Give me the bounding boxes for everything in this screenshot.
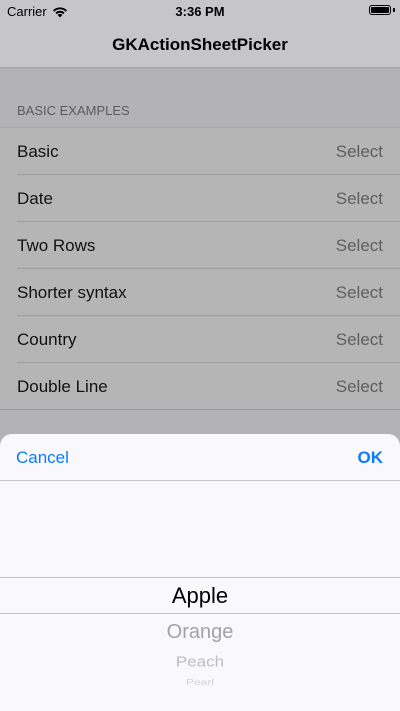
row-label: Two Rows (17, 236, 96, 255)
picker-item[interactable]: Orange (0, 621, 400, 644)
row-country[interactable]: Country Select (0, 316, 400, 363)
row-label: Basic (17, 142, 59, 161)
status-time: 3:36 PM (175, 4, 225, 19)
status-bar: Carrier 3:36 PM (0, 0, 400, 22)
row-separator (0, 409, 400, 410)
row-label: Date (17, 189, 53, 208)
row-detail: Select (335, 142, 383, 161)
picker-item[interactable]: Pearl (0, 677, 400, 687)
row-double-line[interactable]: Double Line Select (0, 363, 400, 410)
row-label: Shorter syntax (17, 283, 127, 302)
row-basic[interactable]: Basic Select (0, 128, 400, 175)
row-shorter-syntax[interactable]: Shorter syntax Select (0, 269, 400, 316)
picker-item-selected[interactable]: Apple (0, 583, 400, 609)
battery-icon (369, 5, 391, 15)
row-date[interactable]: Date Select (0, 175, 400, 222)
row-two-rows[interactable]: Two Rows Select (0, 222, 400, 269)
row-detail: Select (335, 330, 383, 349)
ok-button[interactable]: OK (358, 448, 384, 468)
row-detail: Select (335, 236, 383, 255)
cancel-button[interactable]: Cancel (16, 448, 69, 468)
section-header: BASIC EXAMPLES (17, 103, 130, 118)
examples-table: Basic Select Date Select Two Rows Select… (0, 127, 400, 410)
row-label: Double Line (17, 377, 108, 396)
navigation-bar: GKActionSheetPicker (0, 22, 400, 68)
row-detail: Select (335, 377, 383, 396)
picker-toolbar: Cancel OK (0, 434, 400, 481)
action-sheet-picker: Cancel OK Apple Orange Peach Pearl (0, 434, 400, 711)
row-label: Country (17, 330, 77, 349)
picker-item[interactable]: Peach (0, 654, 400, 671)
row-detail: Select (335, 189, 383, 208)
picker-wheel[interactable]: Apple Orange Peach Pearl (0, 481, 400, 711)
page-title: GKActionSheetPicker (112, 35, 288, 54)
row-detail: Select (335, 283, 383, 302)
battery-tip (393, 8, 395, 12)
